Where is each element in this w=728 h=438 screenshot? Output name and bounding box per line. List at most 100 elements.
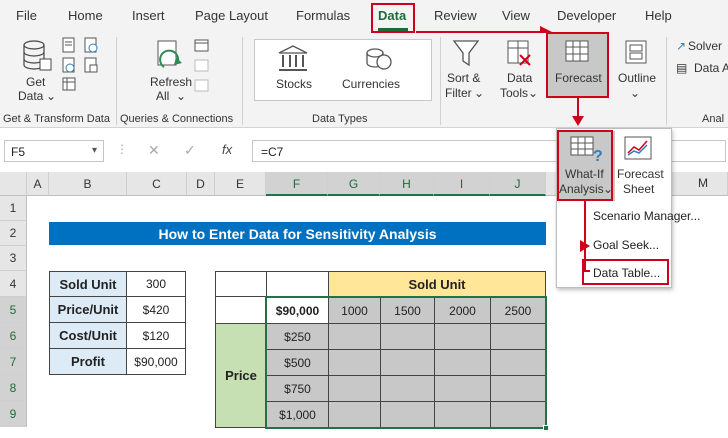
recent-sources-icon[interactable] — [84, 37, 98, 53]
what-if-highlight — [557, 130, 613, 201]
row-header-1[interactable]: 1 — [0, 196, 27, 221]
stocks-icon — [278, 45, 308, 71]
goal-seek-item[interactable]: Goal Seek... — [593, 238, 659, 252]
column-header-h[interactable]: H — [380, 172, 434, 196]
input-value-sold-unit[interactable]: 300 — [126, 271, 186, 297]
group-analysis-label: Anal — [702, 113, 725, 125]
refresh-label-2[interactable]: All — [156, 89, 169, 103]
tab-file[interactable]: File — [16, 8, 37, 23]
input-value-cost-unit[interactable]: $120 — [126, 322, 186, 349]
group-separator — [440, 37, 441, 125]
input-label-cost-unit[interactable]: Cost/Unit — [49, 322, 127, 349]
forecast-sheet-label[interactable]: Forecast — [617, 167, 664, 181]
get-data-label[interactable]: Get — [26, 75, 45, 89]
input-label-profit[interactable]: Profit — [49, 348, 127, 375]
group-queries-label: Queries & Connections — [120, 113, 234, 125]
sort-filter-label[interactable]: Sort & — [447, 71, 480, 85]
ribbon: Get Data ⌄ Get & Transform Data Refresh … — [0, 33, 728, 128]
get-data-label-2[interactable]: Data — [18, 89, 43, 103]
column-header-a[interactable]: A — [27, 172, 49, 196]
tab-developer[interactable]: Developer — [557, 8, 616, 23]
group-separator — [242, 37, 243, 125]
tab-insert[interactable]: Insert — [132, 8, 165, 23]
name-box[interactable]: F5 — [4, 140, 104, 162]
input-label-price-unit[interactable]: Price/Unit — [49, 296, 127, 323]
stocks-button[interactable]: Stocks — [276, 77, 312, 91]
group-separator — [666, 37, 667, 125]
tab-help[interactable]: Help — [645, 8, 672, 23]
row-header-8[interactable]: 8 — [0, 375, 27, 401]
data-tools-label-2[interactable]: Tools — [500, 86, 528, 100]
empty-cell-e5[interactable] — [215, 296, 267, 324]
column-header-d[interactable]: D — [187, 172, 215, 196]
select-all-corner[interactable] — [0, 172, 27, 196]
row-header-6[interactable]: 6 — [0, 323, 27, 349]
refresh-chevron[interactable]: ⌄ — [176, 89, 186, 103]
tab-view[interactable]: View — [502, 8, 530, 23]
column-header-m[interactable]: M — [698, 176, 708, 190]
column-header-c[interactable]: C — [127, 172, 187, 196]
currencies-button[interactable]: Currencies — [342, 77, 400, 91]
empty-cell-f4[interactable] — [266, 271, 329, 297]
column-header-j[interactable]: J — [490, 172, 546, 196]
data-tools-chevron[interactable]: ⌄ — [528, 86, 538, 100]
fill-handle[interactable] — [543, 425, 549, 431]
forecast-highlight — [546, 32, 609, 98]
input-value-profit[interactable]: $90,000 — [126, 348, 186, 375]
group-data-types-label: Data Types — [312, 113, 368, 125]
row-header-3[interactable]: 3 — [0, 246, 27, 271]
solver-button[interactable]: Solver — [688, 39, 722, 53]
queries-icon[interactable] — [194, 39, 210, 53]
get-data-chevron[interactable]: ⌄ — [46, 89, 56, 103]
data-analysis-button[interactable]: Data A — [694, 61, 728, 75]
from-web-icon[interactable] — [62, 57, 76, 73]
refresh-all-icon — [157, 40, 182, 68]
outline-chevron[interactable]: ⌄ — [630, 86, 640, 100]
column-header-e[interactable]: E — [215, 172, 266, 196]
empty-cell-e4[interactable] — [215, 271, 267, 297]
edit-links-icon[interactable] — [194, 79, 210, 93]
row-header-2[interactable]: 2 — [0, 221, 27, 246]
from-table-icon[interactable] — [62, 77, 76, 93]
price-label[interactable]: Price — [215, 323, 267, 428]
more-dots-icon: ⋮ — [116, 142, 128, 156]
from-text-icon[interactable] — [62, 37, 76, 53]
input-value-price-unit[interactable]: $420 — [126, 296, 186, 323]
data-analysis-icon: ▤ — [676, 61, 688, 75]
data-tools-label[interactable]: Data — [507, 71, 532, 85]
column-header-f[interactable]: F — [266, 172, 328, 196]
sort-filter-label-2[interactable]: Filter — [445, 86, 472, 100]
arrow-head-icon — [572, 116, 584, 126]
tab-home[interactable]: Home — [68, 8, 103, 23]
tab-formulas[interactable]: Formulas — [296, 8, 350, 23]
enter-icon[interactable]: ✓ — [184, 142, 196, 159]
column-header-b[interactable]: B — [49, 172, 127, 196]
properties-icon[interactable] — [194, 59, 210, 73]
outline-icon — [625, 40, 647, 64]
row-header-7[interactable]: 7 — [0, 349, 27, 375]
cancel-icon[interactable]: ✕ — [148, 142, 160, 159]
column-header-i[interactable]: I — [434, 172, 490, 196]
data-tools-icon — [507, 40, 531, 66]
name-box-dropdown-icon[interactable]: ▾ — [92, 145, 97, 156]
row-header-9[interactable]: 9 — [0, 401, 27, 427]
forecast-sheet-label-2[interactable]: Sheet — [623, 182, 654, 196]
scenario-manager-item[interactable]: Scenario Manager... — [593, 209, 700, 223]
input-label-sold-unit[interactable]: Sold Unit — [49, 271, 127, 297]
tab-page-layout[interactable]: Page Layout — [195, 8, 268, 23]
database-icon — [23, 40, 52, 71]
sort-filter-chevron[interactable]: ⌄ — [474, 86, 484, 100]
group-get-transform-label: Get & Transform Data — [3, 113, 110, 125]
data-table-highlight — [582, 259, 669, 285]
tab-review[interactable]: Review — [434, 8, 477, 23]
row-header-5[interactable]: 5 — [0, 297, 27, 323]
sold-unit-header[interactable]: Sold Unit — [328, 271, 546, 297]
outline-button[interactable]: Outline — [618, 71, 656, 85]
row-header-4[interactable]: 4 — [0, 271, 27, 297]
column-header-g[interactable]: G — [328, 172, 380, 196]
arrow-head-icon — [580, 240, 590, 252]
insert-function-icon[interactable]: fx — [222, 142, 232, 157]
forecast-sheet-icon — [624, 136, 652, 160]
refresh-label[interactable]: Refresh — [150, 75, 192, 89]
existing-connections-icon[interactable] — [84, 57, 98, 73]
